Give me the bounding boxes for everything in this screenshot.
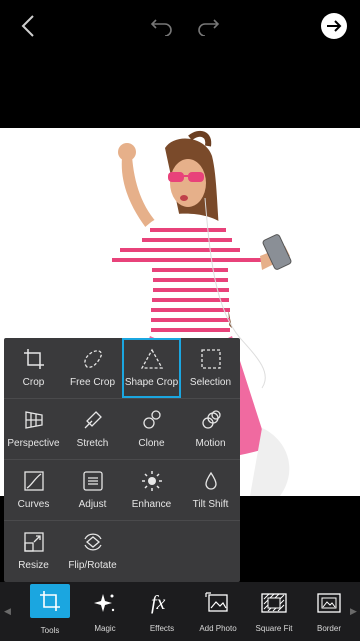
square-fit-icon [259,588,289,618]
shape-crop-label: Shape Crop [124,377,179,388]
crop-label: Crop [22,377,45,388]
crop-tool[interactable]: Crop [4,338,63,398]
adjust-label: Adjust [78,499,107,510]
next-button[interactable] [318,10,350,42]
resize-label: Resize [18,560,49,571]
scroll-right-icon[interactable]: ▶ [350,606,357,617]
resize-tool[interactable]: Resize [4,521,63,581]
tools-row-4: Resize Flip/Rotate [4,521,240,582]
crop-icon [22,347,46,371]
adjust-tool[interactable]: Adjust [63,460,122,520]
adjust-icon [81,469,105,493]
tools-row-2: Perspective Stretch Clone Motion [4,399,240,460]
redo-button[interactable] [192,10,224,42]
add-photo-tab[interactable]: Add Photo [190,588,246,640]
square-fit-tab-label: Square Fit [255,624,293,633]
enhance-icon [140,469,164,493]
motion-label: Motion [195,438,226,449]
top-toolbar [0,0,360,52]
clone-tool[interactable]: Clone [122,399,181,459]
crop-icon [30,584,70,618]
square-fit-tab[interactable]: Square Fit [246,588,302,640]
flip-rotate-icon [81,530,105,554]
scroll-left-icon[interactable]: ◀ [4,606,11,617]
clone-icon [140,408,164,432]
perspective-icon [22,408,46,432]
back-button[interactable] [12,10,44,42]
perspective-tool[interactable]: Perspective [4,399,63,459]
motion-icon [199,408,223,432]
shape-crop-icon [140,347,164,371]
tools-row-1: Crop Free Crop Shape Crop Selection [4,338,240,399]
curves-tool[interactable]: Curves [4,460,63,520]
free-crop-label: Free Crop [69,377,115,388]
perspective-label: Perspective [7,438,60,449]
tools-tab[interactable]: Tools [22,584,78,640]
tilt-shift-tool[interactable]: Tilt Shift [181,460,240,520]
motion-tool[interactable]: Motion [181,399,240,459]
tilt-shift-label: Tilt Shift [192,499,229,510]
bottom-toolbar: ◀ Tools Magic fx Effects Add Photo Squar… [0,582,360,641]
svg-text:fx: fx [151,592,166,614]
selection-tool[interactable]: Selection [181,338,240,398]
magic-tab[interactable]: Magic [77,588,133,640]
effects-tab-label: Effects [149,624,175,633]
stretch-icon [81,408,105,432]
selection-label: Selection [189,377,232,388]
tools-tab-label: Tools [40,626,60,635]
border-tab-label: Border [316,624,341,633]
stretch-tool[interactable]: Stretch [63,399,122,459]
undo-button[interactable] [146,10,178,42]
curves-icon [22,469,46,493]
resize-icon [22,530,46,554]
border-icon [314,588,344,618]
enhance-tool[interactable]: Enhance [122,460,181,520]
add-photo-icon [203,588,233,618]
undo-icon [150,19,172,36]
selection-icon [199,347,223,371]
free-crop-tool[interactable]: Free Crop [63,338,122,398]
border-tab[interactable]: Border [301,588,357,640]
magic-tab-label: Magic [94,624,116,633]
flip-rotate-label: Flip/Rotate [68,560,117,571]
tilt-shift-icon [199,469,223,493]
chevron-left-icon [21,15,34,37]
magic-icon [90,588,120,618]
effects-tab[interactable]: fx Effects [134,588,190,640]
flip-rotate-tool[interactable]: Flip/Rotate [63,521,122,581]
curves-label: Curves [17,499,50,510]
tools-row-3: Curves Adjust Enhance Tilt Shift [4,460,240,521]
redo-icon [198,19,220,36]
free-crop-icon [81,347,105,371]
enhance-label: Enhance [131,499,172,510]
arrow-right-circle-icon [321,13,347,39]
clone-label: Clone [138,438,165,449]
add-photo-tab-label: Add Photo [199,624,237,633]
tools-panel: Crop Free Crop Shape Crop Selection Pers… [4,338,240,582]
shape-crop-tool[interactable]: Shape Crop [122,338,181,398]
stretch-label: Stretch [76,438,109,449]
fx-icon: fx [147,588,177,618]
